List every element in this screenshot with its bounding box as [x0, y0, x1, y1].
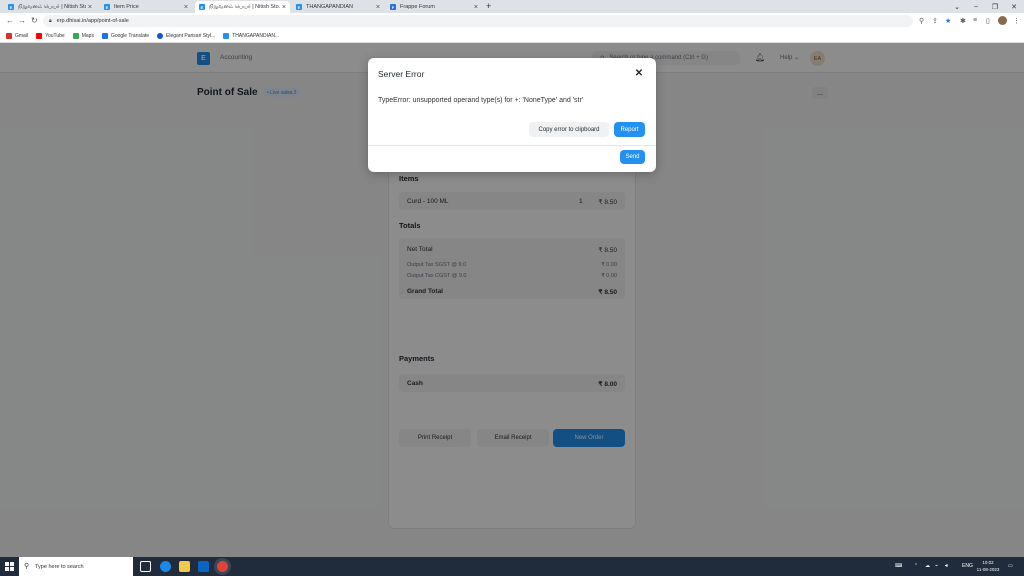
copy-error-button[interactable]: Copy error to clipboard	[529, 122, 609, 137]
outlook-icon[interactable]	[198, 561, 209, 572]
media-icon[interactable]: ≡	[973, 17, 977, 24]
zoom-icon[interactable]: ⚲	[919, 17, 924, 25]
close-window-icon[interactable]: ✕	[1005, 0, 1023, 13]
tab-title: நிறுவனம் பெயர் | Nitish Sto...	[18, 3, 86, 10]
restore-icon[interactable]: ❐	[986, 0, 1004, 13]
language-indicator[interactable]: ENG	[962, 563, 973, 569]
bookmark-elegant-parisari[interactable]: Elegant Parisari Styl...	[157, 32, 215, 39]
network-icon[interactable]: ⌁	[935, 563, 938, 569]
report-button[interactable]: Report	[614, 122, 645, 137]
url-text: erp.dhisai.in/app/point-of-sale	[56, 18, 129, 24]
tab-favicon-icon: E	[104, 4, 110, 10]
close-icon[interactable]: ✕	[632, 66, 646, 80]
tab-title: THANGAPANDIAN	[306, 4, 353, 10]
tab-favicon-icon: E	[8, 4, 14, 10]
send-button[interactable]: Send	[620, 150, 645, 164]
bookmark-google-translate[interactable]: Google Translate	[101, 32, 149, 39]
chrome-icon[interactable]	[217, 561, 228, 572]
tab-favicon-icon: F	[390, 4, 396, 10]
windows-taskbar: ⚲ Type here to search ⌨ ⌃ ☁ ⌁ 🔊︎ ENG 10:…	[0, 557, 1024, 576]
back-icon[interactable]: ←	[6, 16, 14, 25]
file-explorer-icon[interactable]	[179, 561, 190, 572]
tab-title: Frappe Forum	[400, 4, 435, 10]
close-tab-icon[interactable]: ×	[88, 4, 92, 11]
clock[interactable]: 10:02 11-08-2023	[976, 559, 1000, 573]
minimize-icon[interactable]: –	[967, 0, 985, 13]
edge-icon[interactable]	[160, 561, 171, 572]
new-tab-button[interactable]: +	[486, 1, 491, 11]
close-tab-icon[interactable]: ×	[282, 4, 286, 11]
browser-tab[interactable]: F Frappe Forum ×	[386, 1, 482, 13]
close-tab-icon[interactable]: ×	[474, 4, 478, 11]
taskbar-search-input[interactable]: ⚲ Type here to search	[19, 557, 133, 576]
windows-start-icon[interactable]	[5, 562, 14, 571]
notifications-icon[interactable]: ▭	[1008, 563, 1013, 569]
browser-tab[interactable]: E THANGAPANDIAN ×	[292, 1, 384, 13]
bookmark-thangapandian[interactable]: THANGAPANDIAN...	[223, 32, 279, 39]
close-tab-icon[interactable]: ×	[376, 4, 380, 11]
search-icon: ⚲	[24, 563, 30, 570]
close-tab-icon[interactable]: ×	[184, 4, 188, 11]
tab-title: நிறுவனம் பெயர் | Nitish Sto...	[209, 3, 280, 10]
divider	[368, 145, 656, 146]
browser-toolbar: ← → ↻ 🔒︎ erp.dhisai.in/app/point-of-sale…	[0, 13, 1024, 29]
browser-tab-active[interactable]: E நிறுவனம் பெயர் | Nitish Sto... ×	[195, 1, 290, 13]
profile-avatar-icon[interactable]	[998, 16, 1007, 25]
task-view-icon[interactable]	[140, 561, 151, 572]
bookmarks-bar: Gmail YouTube Maps Google Translate Eleg…	[0, 29, 1024, 43]
tab-title: Item Price	[114, 4, 139, 10]
erpnext-icon	[223, 32, 230, 39]
maps-icon	[72, 32, 79, 39]
tray-chevron-icon[interactable]: ⌃	[914, 563, 918, 569]
lock-icon: 🔒︎	[49, 18, 52, 24]
dialog-title: Server Error	[378, 69, 425, 79]
server-error-dialog: Server Error ✕ TypeError: unsupported op…	[368, 58, 656, 172]
cloud-icon[interactable]: ☁	[925, 563, 930, 569]
bookmark-star-icon[interactable]: ★	[945, 17, 951, 25]
tab-search-icon[interactable]: ⌄	[948, 0, 966, 13]
browser-tab[interactable]: E Item Price ×	[100, 1, 192, 13]
menu-kebab-icon[interactable]: ⋮	[1013, 17, 1020, 25]
volume-icon[interactable]: 🔊︎	[945, 563, 948, 569]
bookmark-maps[interactable]: Maps	[72, 32, 94, 39]
share-icon[interactable]: ⇪	[932, 17, 938, 25]
address-bar[interactable]: 🔒︎ erp.dhisai.in/app/point-of-sale	[43, 15, 913, 27]
youtube-icon	[36, 32, 43, 39]
keyboard-icon[interactable]: ⌨	[895, 563, 902, 569]
extensions-icon[interactable]: ✱	[960, 17, 966, 25]
site-icon	[157, 32, 164, 39]
translate-icon	[101, 32, 108, 39]
gmail-icon	[6, 32, 12, 39]
tab-favicon-icon: E	[296, 4, 302, 10]
error-message: TypeError: unsupported operand type(s) f…	[378, 97, 584, 104]
browser-tab-strip: E நிறுவனம் பெயர் | Nitish Sto... × E Ite…	[0, 0, 1024, 13]
tab-favicon-icon: E	[199, 4, 205, 10]
browser-tab[interactable]: E நிறுவனம் பெயர் | Nitish Sto... ×	[4, 1, 96, 13]
bookmark-youtube[interactable]: YouTube	[36, 32, 65, 39]
reload-icon[interactable]: ↻	[31, 16, 38, 25]
forward-icon[interactable]: →	[18, 16, 26, 25]
bookmark-gmail[interactable]: Gmail	[6, 32, 28, 39]
side-panel-icon[interactable]: ▯	[986, 17, 990, 25]
